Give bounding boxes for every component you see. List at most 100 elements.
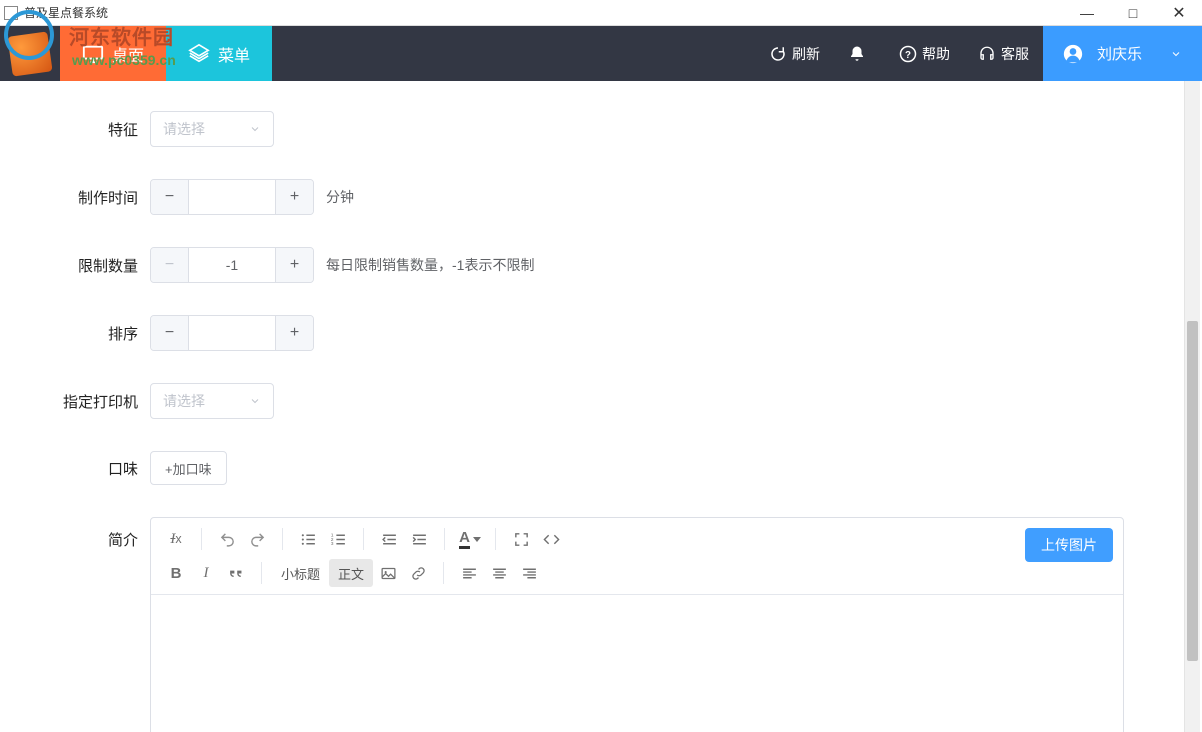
nav-desktop[interactable]: 桌面 [60,26,166,81]
scrollbar-track[interactable] [1184,81,1200,732]
align-left-button[interactable] [454,558,484,588]
row-prep-time: 制作时间 − + 分钟 [0,179,1144,215]
clear-format-button[interactable]: Ix [161,524,191,554]
sort-field[interactable] [189,316,275,350]
desktop-icon [82,43,104,65]
row-limit-qty: 限制数量 − + 每日限制销售数量，-1表示不限制 [0,247,1144,283]
app-icon [4,6,18,20]
label-taste: 口味 [0,458,150,479]
nav-user[interactable]: 刘庆乐 [1043,26,1202,81]
limit-qty-hint: 每日限制销售数量，-1表示不限制 [326,255,534,275]
code-button[interactable] [536,524,566,554]
align-center-icon [491,565,508,582]
image-icon [380,565,397,582]
headset-icon [978,45,996,63]
indent-icon [411,531,428,548]
close-button[interactable]: ✕ [1156,0,1202,26]
code-icon [543,531,560,548]
input-sort: − + [150,315,314,351]
prep-time-unit: 分钟 [326,187,354,207]
ordered-list-button[interactable]: 123 [323,524,353,554]
nav-desktop-label: 桌面 [112,42,144,66]
upload-image-button[interactable]: 上传图片 [1025,528,1113,562]
limit-qty-field[interactable] [189,248,275,282]
redo-icon [249,531,266,548]
heading-button[interactable]: 小标题 [272,559,329,587]
editor-toolbar: Ix 123 [151,518,1123,595]
title-bar: 普及星点餐系统 — □ ✕ [0,0,1202,26]
svg-text:?: ? [905,49,911,60]
chevron-down-icon [1170,48,1182,60]
label-sort: 排序 [0,323,150,344]
increase-button[interactable]: + [275,180,313,214]
link-icon [410,565,427,582]
refresh-icon [769,45,787,63]
decrease-button[interactable]: − [151,180,189,214]
svg-text:3: 3 [330,541,333,547]
select-feature[interactable]: 请选择 [150,111,274,147]
scrollbar-thumb[interactable] [1187,321,1198,661]
app-logo[interactable] [0,26,60,81]
outdent-icon [381,531,398,548]
layers-icon [188,43,210,65]
nav-bell[interactable] [834,26,885,81]
align-center-button[interactable] [484,558,514,588]
label-intro: 简介 [0,517,150,550]
label-feature: 特征 [0,119,150,140]
redo-button[interactable] [242,524,272,554]
select-printer-placeholder: 请选择 [163,391,205,411]
nav-refresh-label: 刷新 [792,44,820,64]
decrease-button[interactable]: − [151,316,189,350]
user-icon [1063,44,1083,64]
chevron-down-icon [249,395,261,407]
undo-icon [219,531,236,548]
font-color-button[interactable]: A [455,524,485,554]
row-intro: 简介 Ix 123 [0,517,1144,732]
row-sort: 排序 − + [0,315,1144,351]
decrease-button[interactable]: − [151,248,189,282]
select-feature-placeholder: 请选择 [163,119,205,139]
nav-help-label: 帮助 [922,44,950,64]
quote-button[interactable] [221,558,251,588]
select-printer[interactable]: 请选择 [150,383,274,419]
unordered-list-button[interactable] [293,524,323,554]
window-title: 普及星点餐系统 [24,4,108,21]
top-nav: 桌面 菜单 刷新 ? 帮助 客服 刘庆乐 [0,26,1202,81]
insert-image-button[interactable] [373,558,403,588]
italic-button[interactable]: I [191,558,221,588]
prep-time-field[interactable] [189,180,275,214]
maximize-button[interactable]: □ [1110,0,1156,26]
content-area: 特征 请选择 制作时间 − + 分钟 限制数量 [0,81,1202,732]
user-name: 刘庆乐 [1097,43,1142,64]
nav-service[interactable]: 客服 [964,26,1043,81]
nav-menu[interactable]: 菜单 [166,26,272,81]
chevron-down-icon [249,123,261,135]
minimize-button[interactable]: — [1064,0,1110,26]
nav-service-label: 客服 [1001,44,1029,64]
fullscreen-icon [513,531,530,548]
rich-editor: Ix 123 [150,517,1124,732]
nav-refresh[interactable]: 刷新 [755,26,834,81]
nav-menu-label: 菜单 [218,42,250,66]
align-left-icon [461,565,478,582]
link-button[interactable] [403,558,433,588]
bold-button[interactable]: B [161,558,191,588]
body-text-button[interactable]: 正文 [329,559,373,587]
indent-button[interactable] [404,524,434,554]
outdent-button[interactable] [374,524,404,554]
editor-body[interactable] [151,595,1123,732]
align-right-button[interactable] [514,558,544,588]
row-feature: 特征 请选择 [0,111,1144,147]
quote-icon [228,565,245,582]
help-icon: ? [899,45,917,63]
label-limit-qty: 限制数量 [0,255,150,276]
label-printer: 指定打印机 [0,391,150,412]
undo-button[interactable] [212,524,242,554]
increase-button[interactable]: + [275,248,313,282]
label-prep-time: 制作时间 [0,187,150,208]
nav-help[interactable]: ? 帮助 [885,26,964,81]
fullscreen-button[interactable] [506,524,536,554]
add-taste-button[interactable]: +加口味 [150,451,227,485]
increase-button[interactable]: + [275,316,313,350]
input-prep-time: − + [150,179,314,215]
